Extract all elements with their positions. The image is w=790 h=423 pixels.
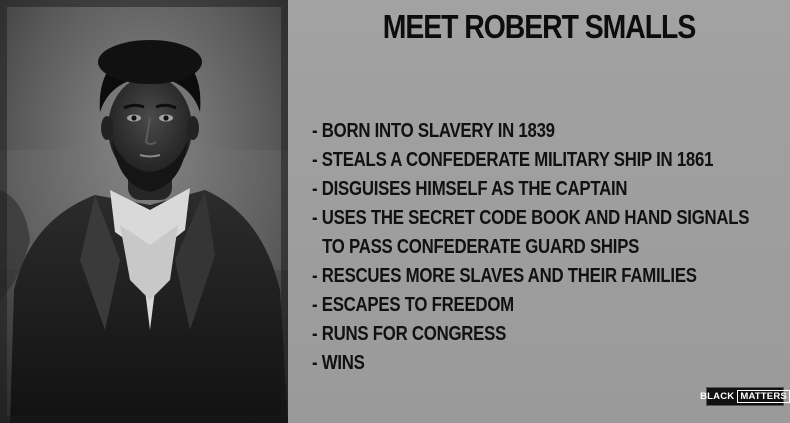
fact-item: - STEALS A CONFEDERATE MILITARY SHIP IN … xyxy=(312,149,714,171)
fact-continuation-text: TO PASS CONFEDERATE GUARD SHIPS xyxy=(322,236,640,258)
headline: MEET ROBERT SMALLS xyxy=(382,8,697,45)
fact-item: - BORN INTO SLAVERY IN 1839 xyxy=(312,120,555,142)
fact-item: - DISGUISES HIMSELF AS THE CAPTAIN xyxy=(312,178,628,200)
fact-item: - USES THE SECRET CODE BOOK AND HAND SIG… xyxy=(312,207,750,229)
fact-item: - WINS xyxy=(312,352,365,374)
fact-item: - RUNS FOR CONGRESS xyxy=(312,323,507,345)
text-panel: MEET ROBERT SMALLS - BORN INTO SLAVERY I… xyxy=(288,0,790,423)
fact-item: - RESCUES MORE SLAVES AND THEIR FAMILIES xyxy=(312,265,697,287)
facts-list: - BORN INTO SLAVERY IN 1839 - STEALS A C… xyxy=(312,117,782,378)
fact-item: - ESCAPES TO FREEDOM xyxy=(312,294,514,316)
black-matters-logo: BLACK MATTERS xyxy=(700,387,790,406)
meme-canvas: MEET ROBERT SMALLS - BORN INTO SLAVERY I… xyxy=(0,0,790,423)
logo-text-black: BLACK xyxy=(700,390,735,402)
portrait-photo xyxy=(0,0,288,423)
fact-item-continuation: TO PASS CONFEDERATE GUARD SHIPS xyxy=(312,233,782,262)
portrait-illustration xyxy=(0,0,288,423)
logo-text-matters: MATTERS xyxy=(737,389,790,404)
